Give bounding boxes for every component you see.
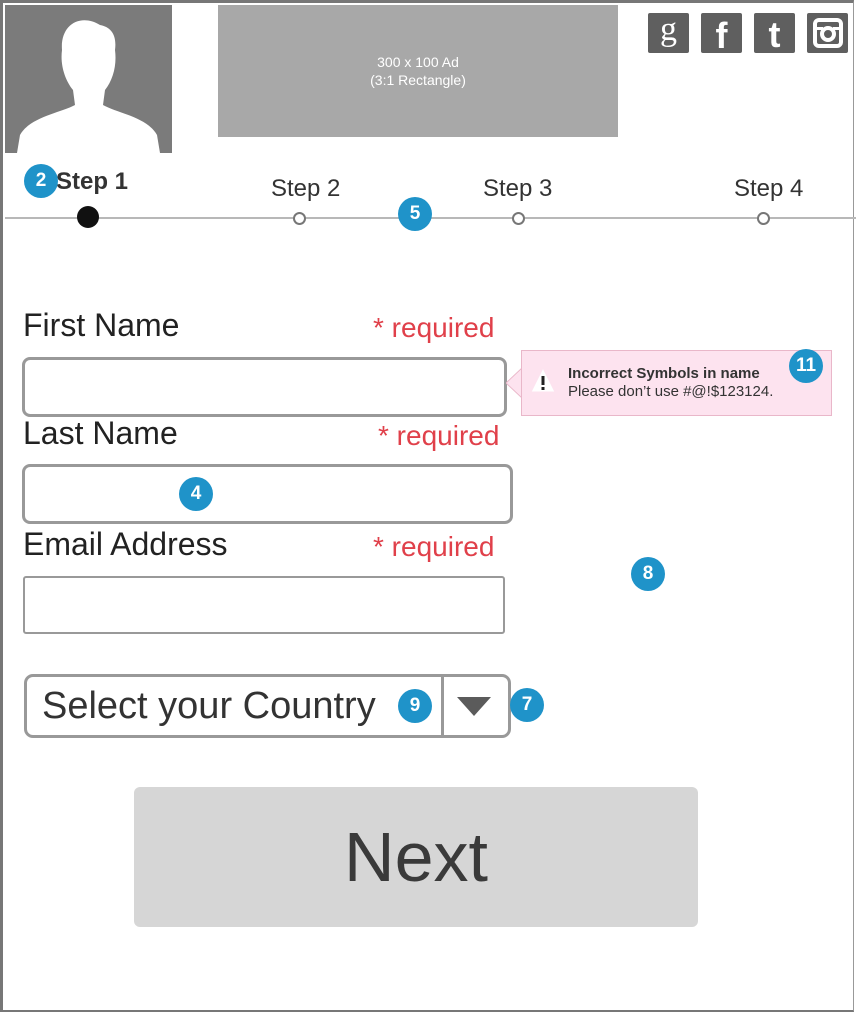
step-4-label[interactable]: Step 4 [734,175,803,203]
step-1-dot[interactable] [77,206,99,228]
next-button[interactable]: Next [134,787,698,927]
step-3-label[interactable]: Step 3 [483,175,552,203]
annotation-badge: 4 [179,477,213,511]
select-divider [441,677,444,735]
user-silhouette-icon [17,20,160,153]
chevron-down-icon[interactable] [457,697,491,717]
error-tooltip: Incorrect Symbols in name Please don’t u… [521,350,832,416]
google-icon[interactable]: g [648,13,689,53]
email-input[interactable] [23,576,505,634]
step-3-dot[interactable] [512,212,525,225]
step-4-dot[interactable] [757,212,770,225]
annotation-badge: 2 [24,164,58,198]
camera-icon [812,18,843,48]
last-name-input[interactable] [22,464,513,524]
tooltip-arrow [506,368,522,398]
annotation-badge: 7 [510,688,544,722]
country-select-value: Select your Country [42,685,376,727]
tooltip-message: Please don’t use #@!$123124. [568,383,774,400]
annotation-badge: 9 [398,689,432,723]
annotation-badge: 8 [631,557,665,591]
step-2-label[interactable]: Step 2 [271,175,340,203]
first-name-input[interactable] [22,357,507,417]
step-1-label[interactable]: Step 1 [56,168,128,196]
email-required: * required [373,531,495,562]
ad-placeholder[interactable]: 300 x 100 Ad (3:1 Rectangle) [218,5,618,137]
tooltip-title: Incorrect Symbols in name [568,365,760,382]
email-label: Email Address [23,526,228,562]
ad-ratio-label: (3:1 Rectangle) [370,72,466,88]
annotation-badge: 5 [398,197,432,231]
last-name-required: * required [378,420,500,451]
first-name-label: First Name [23,307,180,343]
warning-icon [530,366,556,393]
instagram-icon[interactable] [807,13,848,53]
annotation-badge: 11 [789,349,823,383]
avatar [5,5,172,153]
country-select[interactable]: Select your Country [24,674,511,738]
step-2-dot[interactable] [293,212,306,225]
last-name-label: Last Name [23,415,178,451]
ad-size-label: 300 x 100 Ad [377,54,459,70]
facebook-icon[interactable]: f [701,13,742,54]
twitter-icon[interactable]: t [754,13,795,53]
first-name-required: * required [373,312,495,343]
